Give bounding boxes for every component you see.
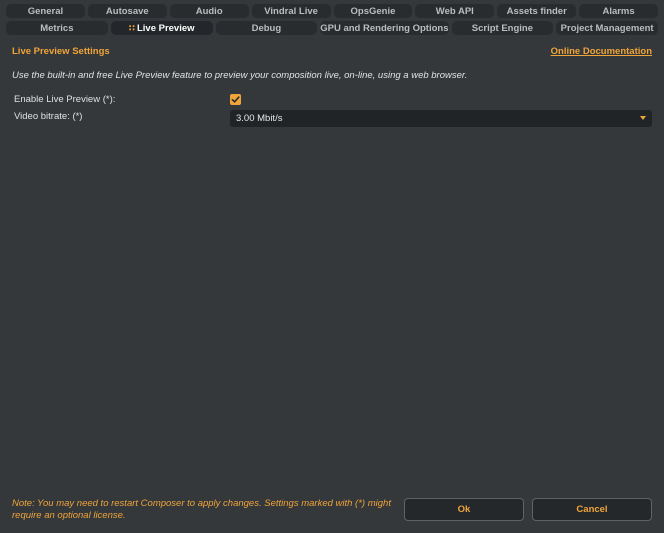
tab-bar-row-1: General Autosave Audio Vindral Live OpsG… bbox=[0, 4, 664, 21]
tab-vindral-live[interactable]: Vindral Live bbox=[251, 4, 331, 18]
tab-label: Assets finder bbox=[506, 5, 567, 17]
dropdown-arrow-icon bbox=[640, 116, 646, 120]
tab-label: Web API bbox=[435, 5, 474, 17]
cancel-button[interactable]: Cancel bbox=[532, 498, 652, 521]
tab-script-engine[interactable]: Script Engine bbox=[451, 21, 554, 35]
video-bitrate-label: Video bitrate: (*) bbox=[14, 111, 83, 122]
tab-label: GPU and Rendering Options bbox=[320, 22, 449, 34]
tab-gpu-rendering[interactable]: GPU and Rendering Options bbox=[320, 21, 449, 35]
tab-label: Alarms bbox=[602, 5, 635, 17]
tab-project-management[interactable]: Project Management bbox=[556, 21, 659, 35]
tab-label: Vindral Live bbox=[264, 5, 318, 17]
tab-label: Project Management bbox=[560, 22, 654, 34]
tab-label: Audio bbox=[195, 5, 223, 17]
tab-label: Live Preview bbox=[136, 22, 195, 34]
video-bitrate-value: 3.00 Mbit/s bbox=[236, 113, 283, 124]
tab-label: Debug bbox=[251, 22, 282, 34]
drag-grip-icon: ∷ bbox=[128, 22, 135, 33]
tab-label: OpsGenie bbox=[350, 5, 396, 17]
tab-alarms[interactable]: Alarms bbox=[579, 4, 658, 18]
tab-live-preview[interactable]: ∷ Live Preview bbox=[110, 21, 213, 35]
tab-opsgenie[interactable]: OpsGenie bbox=[333, 4, 413, 18]
tab-debug[interactable]: Debug bbox=[215, 21, 318, 35]
ok-button[interactable]: Ok bbox=[404, 498, 524, 521]
tab-general[interactable]: General bbox=[6, 4, 85, 18]
tab-audio[interactable]: Audio bbox=[169, 4, 249, 18]
enable-live-preview-label: Enable Live Preview (*): bbox=[14, 94, 116, 105]
tab-bar-row-2: Metrics ∷ Live Preview Debug GPU and Rend… bbox=[0, 21, 664, 38]
tab-label: Metrics bbox=[40, 22, 74, 34]
tab-web-api[interactable]: Web API bbox=[415, 4, 495, 18]
enable-live-preview-checkbox[interactable] bbox=[230, 94, 241, 105]
tab-label: General bbox=[27, 5, 64, 17]
tab-assets-finder[interactable]: Assets finder bbox=[497, 4, 577, 18]
video-bitrate-select[interactable]: 3.00 Mbit/s bbox=[230, 110, 652, 127]
section-description: Use the built-in and free Live Preview f… bbox=[12, 70, 468, 81]
section-title: Live Preview Settings bbox=[12, 46, 110, 57]
restart-note: Note: You may need to restart Composer t… bbox=[12, 498, 391, 521]
checkmark-icon bbox=[231, 96, 240, 103]
tab-label: Script Engine bbox=[471, 22, 533, 34]
online-documentation-link[interactable]: Online Documentation bbox=[551, 46, 652, 57]
tab-autosave[interactable]: Autosave bbox=[87, 4, 167, 18]
tab-label: Autosave bbox=[105, 5, 149, 17]
tab-metrics[interactable]: Metrics bbox=[6, 21, 108, 35]
